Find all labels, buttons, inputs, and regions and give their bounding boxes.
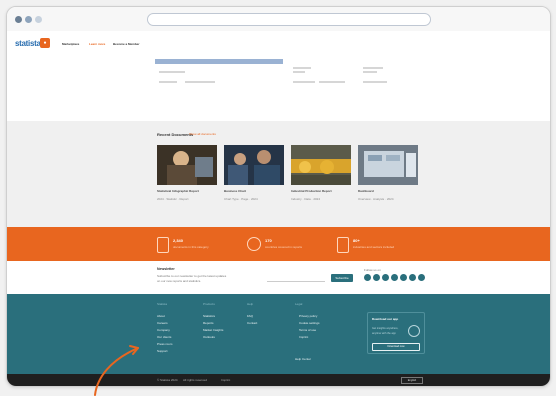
footer-link[interactable]: Imprint: [299, 335, 308, 339]
rss-icon[interactable]: [409, 274, 416, 281]
footer-link[interactable]: Press room: [157, 342, 172, 346]
document-thumbnail[interactable]: [358, 145, 418, 185]
bottom-link[interactable]: All rights reserved: [183, 378, 207, 382]
window-dot-icon[interactable]: [25, 16, 32, 23]
site-logo[interactable]: statista: [15, 39, 41, 48]
qr-code-icon: [408, 325, 420, 337]
newsletter-title: Newsletter: [157, 267, 175, 271]
thumbnail-image-icon: [358, 145, 418, 185]
footer-link[interactable]: Contact: [247, 321, 257, 325]
footer-link[interactable]: Privacy policy: [299, 314, 317, 318]
footer-link[interactable]: Outlooks: [203, 335, 215, 339]
newsletter-text: Subscribe to our newsletter to get the l…: [157, 274, 227, 278]
stat-label: industries and sectors included: [353, 245, 395, 249]
linkedin-icon[interactable]: [382, 274, 389, 281]
footer-column-heading: Products: [203, 302, 215, 306]
footer-link[interactable]: Help Center: [295, 357, 311, 361]
document-title[interactable]: Dashboard: [358, 189, 374, 193]
nav-item-marketplace[interactable]: Marketplace: [62, 42, 79, 46]
recent-documents-section: Recent Documents Show all documents Stat…: [7, 121, 550, 227]
download-app-button[interactable]: Download now: [372, 343, 420, 351]
window-dot-icon[interactable]: [15, 16, 22, 23]
mail-icon[interactable]: [418, 274, 425, 281]
stats-band: 2,340 documents in this category 170 cou…: [7, 227, 550, 261]
stat-number: 170: [265, 238, 272, 243]
footer-link[interactable]: Statistics: [203, 314, 215, 318]
document-meta: Industry · Data · 2024: [291, 197, 321, 201]
stat-number: 2,340: [173, 238, 184, 243]
stat-number: 80+: [353, 238, 360, 243]
footer-link[interactable]: Market Insights: [203, 328, 223, 332]
bottom-link[interactable]: Imprint: [221, 378, 230, 382]
document-thumbnail[interactable]: [157, 145, 217, 185]
document-thumbnail[interactable]: [224, 145, 284, 185]
site-footer: Statista About Careers Company Our clien…: [7, 294, 550, 374]
document-title[interactable]: Business Chart: [224, 189, 246, 193]
app-download-card: Download our app Get insights anywhere, …: [367, 312, 425, 354]
newsletter-section: Newsletter Subscribe to our newsletter t…: [7, 261, 550, 294]
stat-label: documents in this category: [173, 245, 209, 249]
logo-badge-icon[interactable]: ●: [40, 38, 50, 48]
document-meta: Overview · Analysis · 2024: [358, 197, 394, 201]
dropdown-card: [359, 59, 419, 111]
window-dot-icon[interactable]: [35, 16, 42, 23]
app-card-text: anytime with the app: [372, 332, 396, 335]
document-meta: Chart Type · Page · 2024: [224, 197, 258, 201]
app-card-text: Get insights anywhere,: [372, 327, 399, 330]
title-bar: [7, 7, 550, 32]
footer-column-heading: Legal: [295, 302, 303, 306]
browser-window: statista ● Marketplace Learn more Become…: [6, 6, 551, 387]
address-bar[interactable]: [147, 13, 431, 26]
language-select[interactable]: English: [401, 377, 423, 384]
footer-link[interactable]: FAQ: [247, 314, 253, 318]
footer-link[interactable]: Cookie settings: [299, 321, 320, 325]
twitter-icon[interactable]: [373, 274, 380, 281]
instagram-icon[interactable]: [400, 274, 407, 281]
dropdown-panel: [7, 59, 550, 121]
footer-link[interactable]: About: [157, 314, 165, 318]
footer-link[interactable]: Our clients: [157, 335, 171, 339]
thumbnail-image-icon: [224, 145, 284, 185]
nav-item-become-member[interactable]: Become a Member: [113, 42, 140, 46]
app-card-title: Download our app: [372, 317, 399, 321]
footer-link[interactable]: Reports: [203, 321, 214, 325]
thumbnail-image-icon: [291, 145, 351, 185]
document-thumbnail[interactable]: [291, 145, 351, 185]
newsletter-email-input[interactable]: [267, 277, 325, 282]
dropdown-header-bar: [155, 59, 283, 64]
newsletter-text: on our new reports and statistics.: [157, 279, 202, 283]
section-title: Recent Documents: [157, 132, 194, 137]
thumbnail-image-icon: [157, 145, 217, 185]
top-navigation: statista ● Marketplace Learn more Become…: [7, 31, 550, 59]
document-icon: [157, 237, 169, 253]
bottom-bar: © Statista 2024 All rights reserved Impr…: [7, 374, 550, 386]
copyright-text: © Statista 2024: [157, 378, 178, 382]
footer-link[interactable]: Terms of use: [299, 328, 316, 332]
dropdown-card: [289, 59, 359, 111]
subscribe-button[interactable]: Subscribe: [331, 274, 353, 282]
building-icon: [337, 237, 349, 253]
dropdown-card: [155, 59, 283, 111]
globe-icon: [247, 237, 261, 251]
footer-column-heading: Help: [247, 302, 254, 306]
footer-link[interactable]: Company: [157, 328, 170, 332]
nav-item-learn-more[interactable]: Learn more: [89, 42, 105, 46]
youtube-icon[interactable]: [391, 274, 398, 281]
footer-link[interactable]: Support: [157, 349, 168, 353]
document-title[interactable]: Statistical Infographic Report: [157, 189, 199, 193]
footer-column-heading: Statista: [157, 302, 168, 306]
social-label: Follow us on: [364, 268, 381, 272]
document-meta: 2024 · Statistic · Report: [157, 197, 189, 201]
stat-label: countries covered in reports: [265, 245, 303, 249]
footer-link[interactable]: Careers: [157, 321, 168, 325]
document-title[interactable]: Industrial Production Report: [291, 189, 332, 193]
facebook-icon[interactable]: [364, 274, 371, 281]
show-all-link[interactable]: Show all documents: [189, 132, 216, 136]
